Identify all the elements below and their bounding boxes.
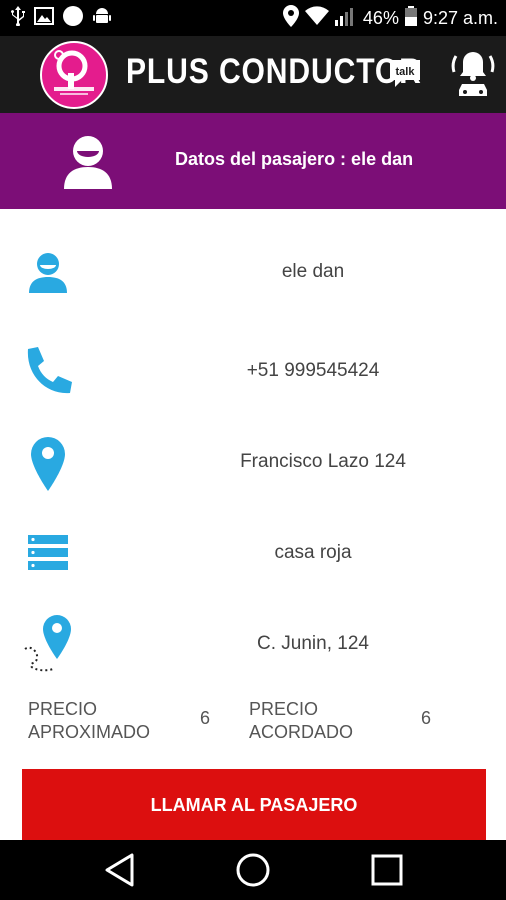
phone-icon	[18, 341, 78, 401]
talk-label: talk	[396, 66, 416, 78]
status-bar: 46% 9:27 a.m.	[0, 0, 506, 36]
clock: 9:27 a.m.	[422, 7, 498, 28]
call-passenger-button[interactable]: LLAMAR AL PASAJERO	[22, 769, 486, 841]
gallery-icon	[34, 7, 54, 29]
alarm-button[interactable]	[450, 48, 496, 98]
home-circle-icon	[236, 853, 270, 887]
banner-title: Datos del pasajero : ele dan	[175, 149, 414, 169]
agreed-price-label-line-1: PRECIO	[249, 699, 319, 719]
signal-icon	[334, 6, 357, 30]
destination-row: C. Junin, 124	[0, 612, 506, 676]
recents-button[interactable]	[367, 852, 407, 888]
back-triangle-icon	[105, 853, 134, 887]
agreed-price-value: 6	[421, 708, 432, 728]
chat-talk-icon: talk	[390, 60, 420, 87]
approx-price-label-line-2: APROXIMADO	[28, 722, 151, 742]
phone-row: +51 999545424	[0, 341, 506, 401]
map-pin-icon	[18, 434, 78, 494]
battery-icon	[404, 6, 417, 30]
battery-percent: 46%	[362, 7, 399, 28]
talk-button[interactable]: talk	[388, 56, 422, 90]
navigation-bar	[0, 840, 506, 900]
route-pin-icon	[18, 612, 78, 676]
reference-row: casa roja	[0, 523, 506, 583]
usb-icon	[10, 6, 26, 30]
list-icon	[18, 523, 78, 583]
agreed-price-label: PRECIO ACORDADO	[249, 698, 353, 744]
back-button[interactable]	[100, 852, 140, 888]
price-section: PRECIO APROXIMADO 6 PRECIO ACORDADO 6	[0, 696, 506, 746]
wifi-icon	[304, 6, 329, 30]
passenger-banner: Datos del pasajero : ele dan	[0, 113, 506, 209]
agreed-price-label-line-2: ACORDADO	[249, 722, 354, 742]
location-icon	[282, 5, 299, 31]
address-reference: casa roja	[274, 542, 352, 563]
app-header: PLUS CONDUCTOR talk	[0, 36, 506, 113]
app-logo	[40, 41, 108, 109]
home-button[interactable]	[233, 852, 273, 888]
approx-price-value: 6	[200, 708, 211, 728]
passenger-name: ele dan	[281, 261, 345, 282]
alarm-bell-icon	[451, 52, 495, 96]
pickup-address: Francisco Lazo 124	[240, 451, 406, 472]
destination-address: C. Junin, 124	[257, 633, 369, 654]
recents-square-icon	[371, 854, 403, 886]
passenger-phone: +51 999545424	[246, 360, 380, 381]
approx-price-label-line-1: PRECIO	[28, 699, 98, 719]
address-row: Francisco Lazo 124	[0, 432, 506, 492]
passenger-name-row: ele dan	[0, 242, 506, 302]
circle-icon	[62, 5, 84, 31]
app-title: PLUS CONDUCTOR	[126, 52, 422, 91]
approx-price-label: PRECIO APROXIMADO	[28, 698, 150, 744]
passenger-avatar-icon	[58, 131, 118, 191]
user-icon	[18, 242, 78, 302]
android-icon	[92, 6, 112, 30]
